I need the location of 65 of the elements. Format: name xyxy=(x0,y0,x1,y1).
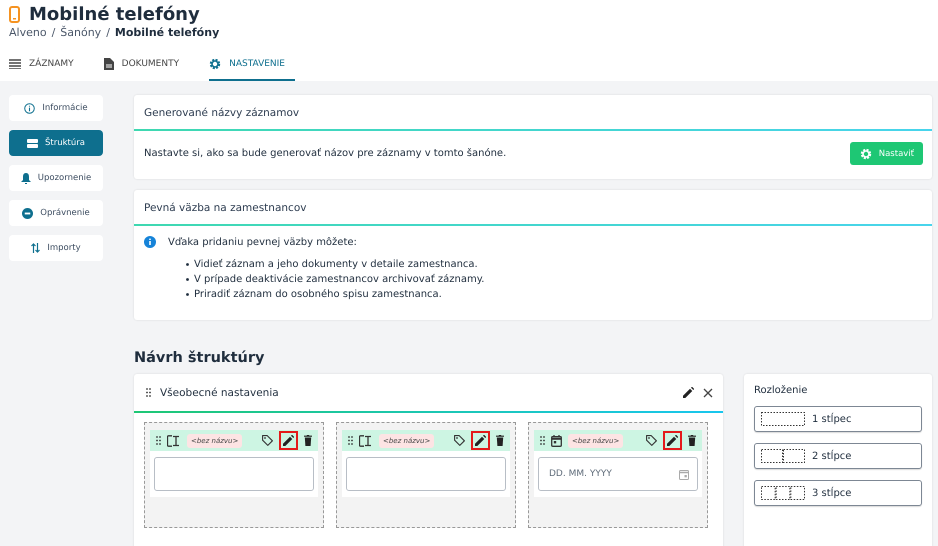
drag-handle-icon[interactable] xyxy=(540,436,545,445)
breadcrumb-current: Mobilné telefóny xyxy=(114,26,220,39)
structure-icon xyxy=(27,138,38,148)
columns-icon xyxy=(761,449,806,463)
card-title: Pevná väzba na zamestnancov xyxy=(134,190,932,226)
drag-handle-icon[interactable] xyxy=(146,388,151,397)
list-icon xyxy=(9,59,21,69)
bullet-icon xyxy=(186,278,189,281)
columns-icon xyxy=(761,486,806,500)
edit-icon[interactable] xyxy=(475,435,486,446)
edit-icon[interactable] xyxy=(683,387,694,398)
panel-title: Rozloženie xyxy=(754,385,808,396)
breadcrumb-separator: / xyxy=(52,26,56,39)
bell-icon xyxy=(20,172,31,184)
info-icon xyxy=(144,236,156,248)
edit-icon[interactable] xyxy=(667,435,678,446)
text-field-icon xyxy=(167,434,181,446)
close-icon[interactable] xyxy=(703,388,713,398)
breadcrumb-link[interactable]: Šanóny xyxy=(60,26,102,39)
drag-handle-icon[interactable] xyxy=(156,436,161,445)
tag-icon[interactable] xyxy=(262,435,273,446)
bullet-icon xyxy=(186,263,189,266)
sidebar-item[interactable]: Oprávnenie xyxy=(9,200,103,226)
layout-option[interactable]: 1 stĺpec xyxy=(754,406,922,432)
settings-icon xyxy=(209,58,222,70)
arrows-icon xyxy=(31,243,40,253)
tag-icon[interactable] xyxy=(454,435,465,446)
intro-text: Vďaka pridaniu pevnej väzby môžete: xyxy=(168,236,357,248)
layout-option[interactable]: 3 stĺpce xyxy=(754,480,922,506)
layout-option[interactable]: 2 stĺpce xyxy=(754,443,922,469)
list-item-text: Vidieť záznam a jeho dokumenty v detaile zamestnanca. xyxy=(194,258,478,272)
breadcrumb-link[interactable]: Alveno xyxy=(9,26,47,39)
input-field[interactable] xyxy=(346,457,506,491)
tab[interactable]: ZÁZNAMY xyxy=(9,53,86,81)
sidebar-item[interactable]: Upozornenie xyxy=(9,165,103,191)
drag-handle-icon[interactable] xyxy=(348,436,353,445)
phone-icon xyxy=(9,6,20,23)
section-title: Všeobecné nastavenia xyxy=(160,386,280,398)
card-title: Generované názvy záznamov xyxy=(134,95,932,131)
list-item-text: V prípade deaktivácie zamestnancov archivovať záznamy. xyxy=(194,272,484,287)
card-text: Nastavte si, ako sa bude generovať názov pre záznamy v tomto šanóne. xyxy=(144,148,506,159)
sidebar-item[interactable]: Informácie xyxy=(9,95,103,121)
breadcrumb-separator: / xyxy=(106,26,110,39)
tag-icon[interactable] xyxy=(646,435,657,446)
delete-icon[interactable] xyxy=(496,435,504,446)
bullet-icon xyxy=(186,293,189,296)
minus-circle-icon xyxy=(22,208,34,218)
delete-icon[interactable] xyxy=(688,435,696,446)
date-field[interactable]: DD. MM. YYYY xyxy=(538,457,698,491)
info-icon xyxy=(24,102,36,114)
calendar-icon xyxy=(551,434,562,446)
tab[interactable]: NASTAVENIE xyxy=(209,53,295,81)
document-icon xyxy=(104,58,114,70)
sidebar-item[interactable]: Štruktúra xyxy=(9,130,103,156)
section-heading: Návrh štruktúry xyxy=(134,350,266,366)
text-field-icon xyxy=(359,434,373,446)
tab[interactable]: DOKUMENTY xyxy=(104,53,192,81)
list-item-text: Priradiť záznam do osobného spisu zamestnanca. xyxy=(194,288,442,302)
columns-icon xyxy=(761,412,806,426)
input-field[interactable] xyxy=(154,457,314,491)
page-title: Mobilné telefóny xyxy=(29,4,200,25)
sidebar-item[interactable]: Importy xyxy=(9,235,103,261)
edit-icon[interactable] xyxy=(283,435,294,446)
delete-icon[interactable] xyxy=(304,435,312,446)
settings-icon xyxy=(860,148,872,160)
